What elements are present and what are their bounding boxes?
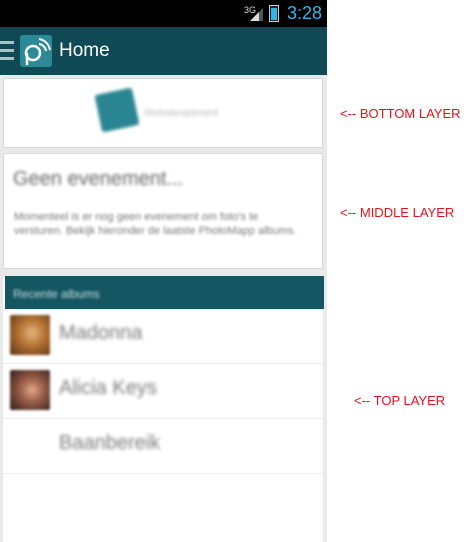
middle-layer-annotation: <-- MIDDLE LAYER <box>340 205 455 220</box>
album-thumbnail <box>10 315 50 355</box>
event-card[interactable]: Geen evenement... Momenteel is er nog ge… <box>3 153 323 269</box>
action-bar: Home <box>0 27 327 75</box>
album-name: Madonna <box>59 322 143 344</box>
albums-card: Recente albums Madonna Alicia Keys Baanb… <box>3 276 324 542</box>
albums-header-label: Recente albums <box>13 287 100 301</box>
banner-card[interactable]: Websiteoptiment <box>3 78 323 148</box>
list-item[interactable]: Alicia Keys <box>3 364 323 419</box>
battery-icon <box>269 5 279 22</box>
list-item[interactable]: Baanbereik <box>3 419 323 474</box>
album-name: Alicia Keys <box>59 377 157 399</box>
status-time: 3:28 <box>287 3 323 23</box>
status-bar: 3G 3:28 <box>0 0 327 27</box>
event-description: Momenteel is er nog geen evenement om fo… <box>14 211 297 237</box>
albums-header: Recente albums <box>5 276 324 309</box>
page-title: Home <box>59 40 110 61</box>
menu-icon[interactable] <box>0 41 14 61</box>
album-name: Baanbereik <box>59 432 161 454</box>
album-thumbnail <box>10 370 50 410</box>
signal-icon <box>250 8 263 21</box>
banner-logo-icon <box>94 87 140 133</box>
top-layer-annotation: <-- TOP LAYER <box>354 393 446 408</box>
list-item[interactable]: Madonna <box>3 309 323 364</box>
bottom-layer-annotation: <-- BOTTOM LAYER <box>340 106 461 121</box>
banner-logo-text: Websiteoptiment <box>144 108 219 119</box>
phone-screen: 3G 3:28 Home Websiteoptiment Geen evenem… <box>0 0 327 542</box>
event-title: Geen evenement... <box>13 168 184 190</box>
app-logo-icon[interactable] <box>20 35 52 67</box>
